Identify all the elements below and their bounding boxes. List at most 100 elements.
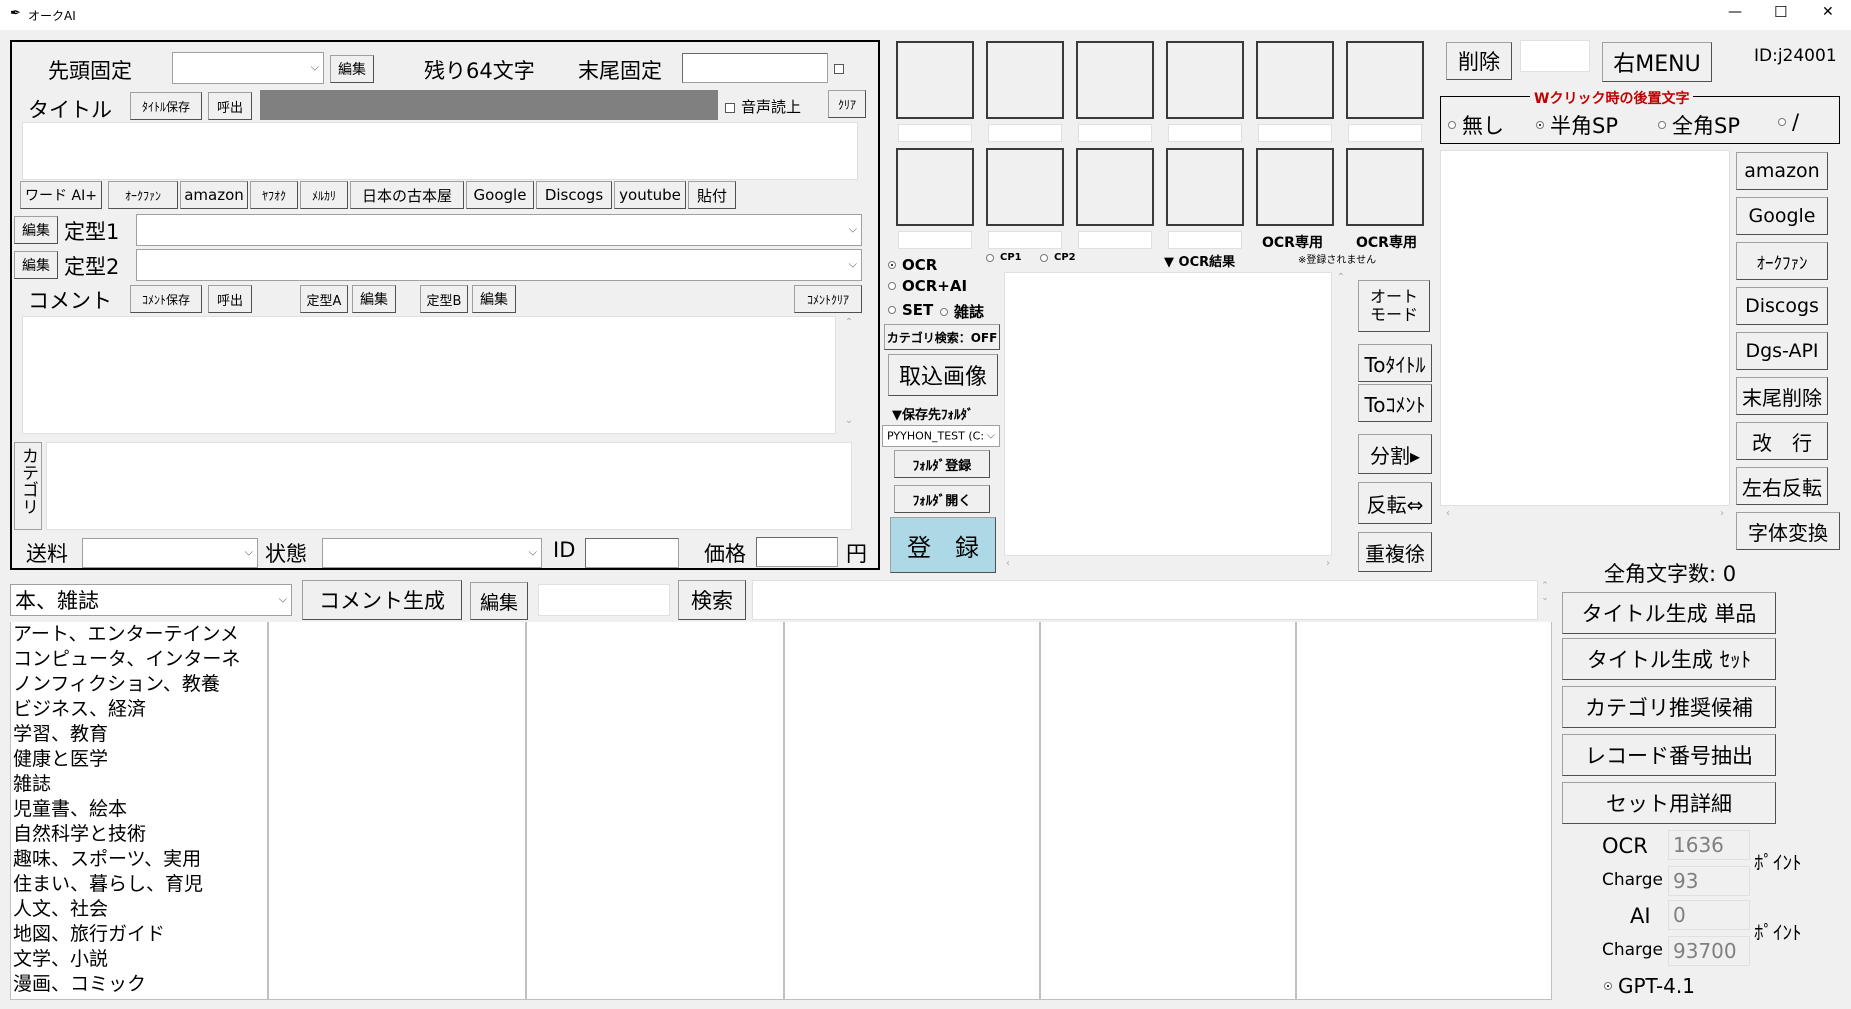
list-item[interactable]: 趣味、スポーツ、実用: [11, 847, 267, 872]
delete-input[interactable]: [1520, 40, 1590, 72]
list-item[interactable]: コンピュータ、インターネ: [11, 647, 267, 672]
kosho-link-button[interactable]: 日本の古本屋: [350, 181, 464, 209]
import-image-button[interactable]: 取込画像: [888, 354, 998, 396]
tail-fix-checkbox[interactable]: [834, 64, 844, 74]
title-gen-set-button[interactable]: タイトル生成 ｾｯﾄ: [1562, 638, 1776, 680]
list-item[interactable]: 人文、社会: [11, 897, 267, 922]
category-suggest-button[interactable]: カテゴリ推奨候補: [1562, 686, 1776, 728]
duplicate-remove-button[interactable]: 重複徐: [1358, 532, 1432, 572]
record-number-extract-button[interactable]: レコード番号抽出: [1562, 734, 1776, 776]
cp1-radio[interactable]: CP1: [986, 252, 1022, 263]
tail-fix-input[interactable]: [682, 53, 828, 83]
id-input[interactable]: [585, 538, 679, 568]
search-input[interactable]: [538, 584, 670, 616]
discogs-link-button[interactable]: Discogs: [536, 181, 612, 209]
tts-checkbox[interactable]: 音声読上: [725, 96, 801, 117]
search-result-input[interactable]: [752, 580, 1538, 620]
mercari-link-button[interactable]: ﾒﾙｶﾘ: [300, 181, 348, 209]
search-result-scrollbar[interactable]: ⌃ ⌄: [1538, 580, 1552, 620]
image-slot[interactable]: [1076, 148, 1154, 226]
category-search-toggle[interactable]: カテゴリ検索：OFF: [884, 324, 1000, 350]
maximize-button[interactable]: ☐: [1774, 3, 1787, 21]
list-item[interactable]: ノンフィクション、教養: [11, 672, 267, 697]
mode-set-radio[interactable]: SET: [888, 301, 933, 319]
image-slot[interactable]: [896, 148, 974, 226]
ocr-result-textarea[interactable]: [1004, 272, 1332, 556]
amazon-link-button[interactable]: amazon: [180, 181, 248, 209]
fixed-b-edit-button[interactable]: 編集: [472, 285, 516, 313]
tool-font-convert-button[interactable]: 字体変換: [1736, 512, 1840, 550]
list-item[interactable]: 学習、教育: [11, 722, 267, 747]
tool-google-button[interactable]: Google: [1736, 197, 1828, 235]
search-button[interactable]: 検索: [678, 580, 746, 620]
title-textarea[interactable]: [22, 122, 858, 180]
subcategory-list[interactable]: [784, 622, 1040, 1000]
image-caption-input[interactable]: [1078, 231, 1152, 249]
split-button[interactable]: 分割▸: [1358, 434, 1432, 474]
image-slot[interactable]: [1076, 41, 1154, 119]
mode-ocr-ai-radio[interactable]: OCR+AI: [888, 277, 967, 295]
image-caption-input[interactable]: [988, 124, 1062, 142]
word-ai-button[interactable]: ワード AI+: [20, 181, 102, 209]
title-call-button[interactable]: 呼出: [208, 92, 252, 120]
paste-button[interactable]: 貼付: [688, 181, 736, 209]
register-button[interactable]: 登 録: [890, 517, 996, 573]
image-slot[interactable]: [986, 148, 1064, 226]
list-item[interactable]: 文学、小説: [11, 947, 267, 972]
suffix-half-sp-radio[interactable]: 半角SP: [1536, 110, 1618, 140]
list-item[interactable]: ビジネス、経済: [11, 697, 267, 722]
subcategory-list[interactable]: [268, 622, 526, 1000]
subcategory-list[interactable]: [1040, 622, 1296, 1000]
ocr-image-slot[interactable]: [1256, 148, 1334, 226]
suffix-none-radio[interactable]: 無し: [1448, 110, 1504, 140]
google-link-button[interactable]: Google: [466, 181, 534, 209]
image-slot[interactable]: [1256, 41, 1334, 119]
list-item[interactable]: 雑誌: [11, 772, 267, 797]
head-fix-edit-button[interactable]: 編集: [330, 55, 374, 83]
tool-dgs-api-button[interactable]: Dgs-API: [1736, 332, 1828, 370]
mode-ocr-radio[interactable]: OCR: [888, 256, 937, 274]
image-caption-input[interactable]: [1168, 124, 1242, 142]
image-slot[interactable]: [986, 41, 1064, 119]
model-radio[interactable]: GPT-4.1: [1604, 974, 1695, 998]
suffix-slash-radio[interactable]: /: [1778, 110, 1799, 134]
auto-mode-button[interactable]: オート モード: [1358, 280, 1430, 332]
category-textarea[interactable]: [46, 442, 852, 530]
image-caption-input[interactable]: [1348, 124, 1422, 142]
aucfan-link-button[interactable]: ｵｰｸﾌｧﾝ: [108, 181, 178, 209]
image-slot[interactable]: [896, 41, 974, 119]
right-textarea[interactable]: [1440, 150, 1730, 506]
tool-amazon-button[interactable]: amazon: [1736, 152, 1828, 190]
list-item[interactable]: 漫画、コミック: [11, 972, 267, 997]
right-menu-button[interactable]: 右MENU: [1602, 42, 1712, 82]
magazine-radio[interactable]: 雑誌: [940, 301, 984, 322]
bottom-edit-button[interactable]: 編集: [470, 582, 528, 620]
delete-button[interactable]: 削除: [1446, 42, 1512, 80]
fixed-b-button[interactable]: 定型B: [420, 285, 468, 313]
youtube-link-button[interactable]: youtube: [614, 181, 686, 209]
list-item[interactable]: アート、エンターテインメ: [11, 622, 267, 647]
ocr-image-slot[interactable]: [1346, 148, 1424, 226]
comment-save-button[interactable]: ｺﾒﾝﾄ保存: [130, 285, 202, 313]
list-item[interactable]: 児童書、絵本: [11, 797, 267, 822]
set-detail-button[interactable]: セット用詳細: [1562, 782, 1776, 824]
folder-register-button[interactable]: ﾌｫﾙﾀﾞ登録: [894, 450, 990, 478]
subcategory-list[interactable]: [1296, 622, 1552, 1000]
reverse-button[interactable]: 反転⇔: [1358, 482, 1432, 524]
fixed-a-edit-button[interactable]: 編集: [352, 285, 396, 313]
category-list[interactable]: アート、エンターテインメ コンピュータ、インターネ ノンフィクション、教養 ビジ…: [10, 622, 268, 1000]
save-folder-select[interactable]: PYYHON_TEST (C: ⌵: [882, 425, 1000, 447]
comment-call-button[interactable]: 呼出: [208, 285, 252, 313]
comment-scrollbar[interactable]: ⌃ ⌄: [840, 316, 858, 434]
price-input[interactable]: [756, 537, 838, 567]
folder-open-button[interactable]: ﾌｫﾙﾀﾞ開く: [894, 485, 990, 513]
shipping-select[interactable]: ⌵: [82, 538, 258, 568]
image-slot[interactable]: [1166, 148, 1244, 226]
comment-clear-button[interactable]: ｺﾒﾝﾄｸﾘｱ: [794, 285, 862, 313]
fixed1-edit-button[interactable]: 編集: [14, 216, 58, 244]
list-item[interactable]: 住まい、暮らし、育児: [11, 872, 267, 897]
image-caption-input[interactable]: [988, 231, 1062, 249]
tool-discogs-button[interactable]: Discogs: [1736, 287, 1828, 325]
head-fix-select[interactable]: ⌵: [172, 52, 324, 84]
image-caption-input[interactable]: [1258, 124, 1332, 142]
